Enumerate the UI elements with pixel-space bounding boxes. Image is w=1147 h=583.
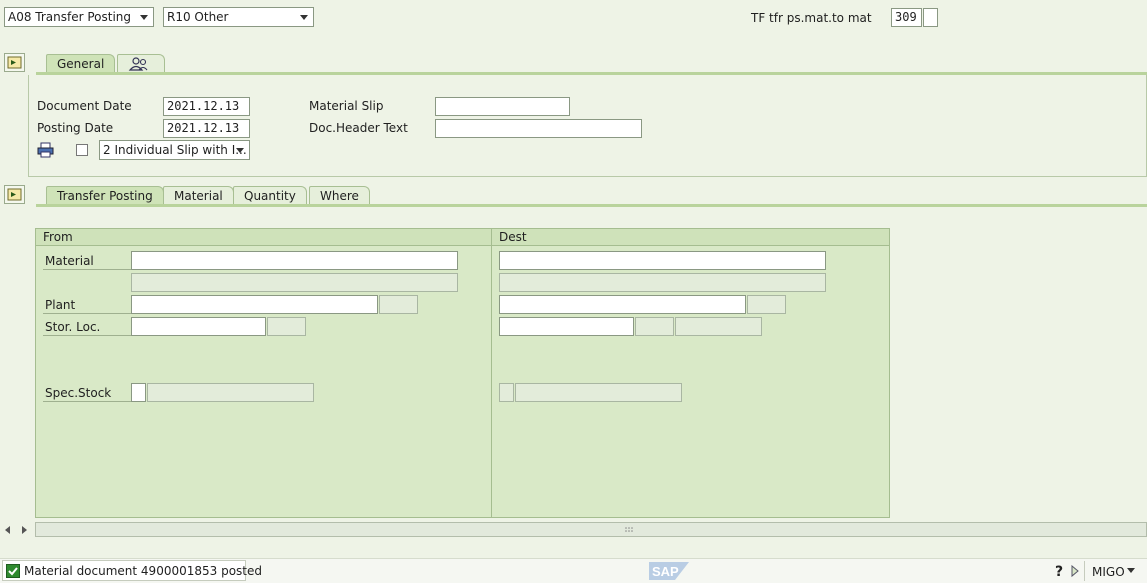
dest-plant-input[interactable] [499,295,746,314]
material-slip-label: Material Slip [309,99,384,113]
svg-text:?: ? [1055,564,1063,579]
tab-general-label: General [57,57,105,71]
action-value: A08 Transfer Posting [8,10,132,24]
status-message-text: Material document 4900001853 posted [24,564,263,578]
svg-text:SAP: SAP [652,564,679,579]
expand-icon [7,56,22,69]
material-slip-input[interactable] [435,97,570,116]
dest-material-description [499,273,826,292]
movement-type-label: TF tfr ps.mat.to mat [751,11,872,25]
play-icon[interactable] [1070,564,1080,581]
reference-value: R10 Other [167,10,229,24]
doc-header-text-input[interactable] [435,119,642,138]
chevron-down-icon[interactable] [1127,568,1135,573]
transaction-code: MIGO [1092,565,1125,579]
tab-material-label: Material [174,189,223,203]
movement-type-input[interactable]: 309 [891,8,922,27]
tab-partner[interactable] [117,54,165,73]
from-material-underline [43,269,131,270]
tab-transfer-posting-label: Transfer Posting [57,189,153,203]
dest-sloc-input[interactable] [499,317,634,336]
dest-title: Dest [499,230,527,244]
doc-header-text-label: Doc.Header Text [309,121,408,135]
horizontal-scrollbar[interactable] [35,522,1147,537]
collapse-header-button[interactable] [4,53,25,72]
tab-quantity[interactable]: Quantity [233,186,307,205]
printer-icon[interactable] [36,141,56,159]
dest-spec-stock-input [499,383,514,402]
scroll-right-icon[interactable] [20,524,28,538]
status-message[interactable]: Material document 4900001853 posted [2,560,262,581]
tab-quantity-label: Quantity [244,189,296,203]
collapse-detail-button[interactable] [4,185,25,204]
tab-where-label: Where [320,189,359,203]
from-spec-stock-input[interactable] [131,383,146,402]
transfer-panel-header [36,229,889,246]
from-material-label: Material [45,254,94,268]
chevron-down-icon [140,15,148,20]
dest-plant-code [747,295,786,314]
action-select[interactable]: A08 Transfer Posting [4,7,154,27]
scroll-left-icon[interactable] [4,524,12,538]
from-sloc-underline [43,335,131,336]
from-plant-underline [43,313,131,314]
from-spec-stock-label: Spec.Stock [45,386,112,400]
print-version-select[interactable]: 2 Individual Slip with I... [99,140,250,160]
dest-sloc-code [635,317,674,336]
success-check-icon [6,564,20,578]
from-sloc-label: Stor. Loc. [45,320,101,334]
expand-icon [7,188,22,201]
from-sloc-code [267,317,306,336]
tab-material[interactable]: Material [163,186,234,205]
tab-transfer-posting[interactable]: Transfer Posting [46,186,164,205]
dest-spec-stock-description [515,383,682,402]
special-stock-indicator-input[interactable] [923,8,938,27]
document-date-input[interactable]: 2021.12.13 [163,97,250,116]
from-title: From [43,230,73,244]
from-spec-stock-underline [43,401,131,402]
from-material-description [131,273,458,292]
transfer-panel [35,228,890,518]
dest-sloc-description [675,317,762,336]
tab-general[interactable]: General [46,54,116,73]
from-sloc-input[interactable] [131,317,266,336]
person-icon [128,57,148,71]
help-icon[interactable]: ? [1054,563,1066,582]
from-spec-stock-description [147,383,314,402]
tab-where[interactable]: Where [309,186,370,205]
reference-select[interactable]: R10 Other [163,7,314,27]
document-date-label: Document Date [37,99,132,113]
detail-tab-underline [36,204,1147,207]
print-checkbox[interactable] [76,144,88,156]
posting-date-input[interactable]: 2021.12.13 [163,119,250,138]
from-material-input[interactable] [131,251,458,270]
from-dest-divider [491,229,492,518]
chevron-down-icon [236,148,244,153]
grip-icon [625,527,633,532]
from-plant-code [379,295,418,314]
from-plant-label: Plant [45,298,76,312]
posting-date-label: Posting Date [37,121,114,135]
status-divider [1084,561,1085,581]
from-plant-input[interactable] [131,295,378,314]
print-version-value: 2 Individual Slip with I... [103,143,247,157]
sap-logo: SAP [649,562,689,580]
dest-material-input[interactable] [499,251,826,270]
chevron-down-icon [300,15,308,20]
